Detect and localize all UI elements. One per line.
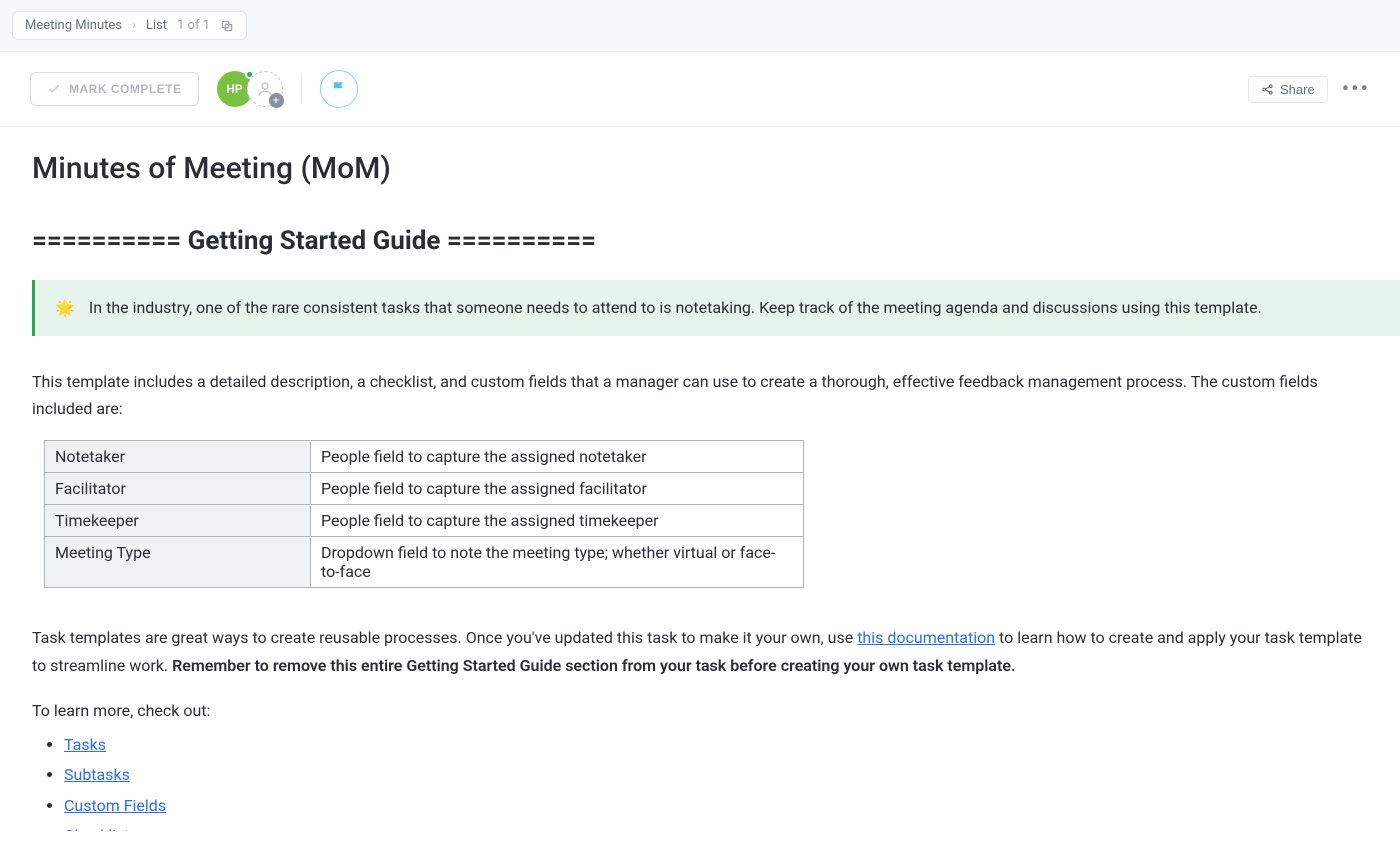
field-name: Facilitator	[45, 473, 311, 505]
callout-block: 🌟 In the industry, one of the rare consi…	[32, 280, 1400, 336]
breadcrumb-count: 1 of 1	[177, 18, 210, 33]
link-custom-fields[interactable]: Custom Fields	[64, 796, 166, 815]
guide-heading: ========== Getting Started Guide =======…	[32, 226, 1370, 256]
toolbar-left: MARK COMPLETE HP +	[30, 70, 358, 108]
more-menu-button[interactable]: •••	[1342, 77, 1370, 102]
custom-fields-table: Notetaker People field to capture the as…	[44, 440, 804, 588]
field-desc: People field to capture the assigned fac…	[311, 473, 804, 505]
text-before-link: Task templates are great ways to create …	[32, 628, 857, 647]
field-name: Timekeeper	[45, 505, 311, 537]
share-button[interactable]: Share	[1248, 76, 1328, 103]
share-icon	[1261, 83, 1274, 96]
field-desc: Dropdown field to note the meeting type;…	[311, 537, 804, 588]
callout-text: In the industry, one of the rare consist…	[89, 296, 1262, 320]
documentation-link[interactable]: this documentation	[857, 628, 995, 647]
list-item: Custom Fields	[64, 791, 1370, 821]
template-paragraph: Task templates are great ways to create …	[32, 624, 1370, 678]
link-checklists[interactable]: Checklists	[64, 826, 138, 831]
table-row: Timekeeper People field to capture the a…	[45, 505, 804, 537]
add-assignee-button[interactable]: +	[247, 71, 283, 107]
assignees: HP +	[217, 71, 283, 107]
check-icon	[47, 82, 61, 96]
intro-paragraph: This template includes a detailed descri…	[32, 368, 1370, 422]
toolbar-right: Share •••	[1248, 76, 1370, 103]
breadcrumb[interactable]: Meeting Minutes › List 1 of 1	[12, 11, 247, 40]
task-content: Minutes of Meeting (MoM) ========== Gett…	[0, 127, 1400, 831]
task-toolbar: MARK COMPLETE HP + Share •••	[0, 52, 1400, 127]
table-row: Meeting Type Dropdown field to note the …	[45, 537, 804, 588]
share-label: Share	[1280, 82, 1315, 97]
list-item: Subtasks	[64, 760, 1370, 790]
mark-complete-label: MARK COMPLETE	[69, 82, 182, 96]
breadcrumb-view[interactable]: List	[146, 18, 167, 33]
divider	[301, 75, 302, 103]
breadcrumb-root[interactable]: Meeting Minutes	[25, 18, 122, 33]
top-bar: Meeting Minutes › List 1 of 1	[0, 0, 1400, 52]
field-desc: People field to capture the assigned not…	[311, 441, 804, 473]
star-icon: 🌟	[55, 296, 75, 320]
table-row: Facilitator People field to capture the …	[45, 473, 804, 505]
field-desc: People field to capture the assigned tim…	[311, 505, 804, 537]
chevron-right-icon: ›	[132, 18, 136, 33]
copy-icon[interactable]	[220, 19, 234, 33]
table-row: Notetaker People field to capture the as…	[45, 441, 804, 473]
link-tasks[interactable]: Tasks	[64, 735, 106, 754]
avatar-initials: HP	[226, 82, 242, 96]
list-item: Checklists	[64, 821, 1370, 831]
flag-icon	[330, 80, 348, 98]
mark-complete-button[interactable]: MARK COMPLETE	[30, 72, 199, 106]
learn-more-label: To learn more, check out:	[32, 697, 1370, 724]
field-name: Notetaker	[45, 441, 311, 473]
field-name: Meeting Type	[45, 537, 311, 588]
list-item: Tasks	[64, 730, 1370, 760]
link-subtasks[interactable]: Subtasks	[64, 765, 130, 784]
page-title[interactable]: Minutes of Meeting (MoM)	[32, 151, 1370, 186]
reminder-bold: Remember to remove this entire Getting S…	[172, 656, 1015, 675]
learn-more-links: Tasks Subtasks Custom Fields Checklists	[64, 730, 1370, 831]
plus-icon: +	[269, 93, 284, 108]
priority-flag-button[interactable]	[320, 70, 358, 108]
